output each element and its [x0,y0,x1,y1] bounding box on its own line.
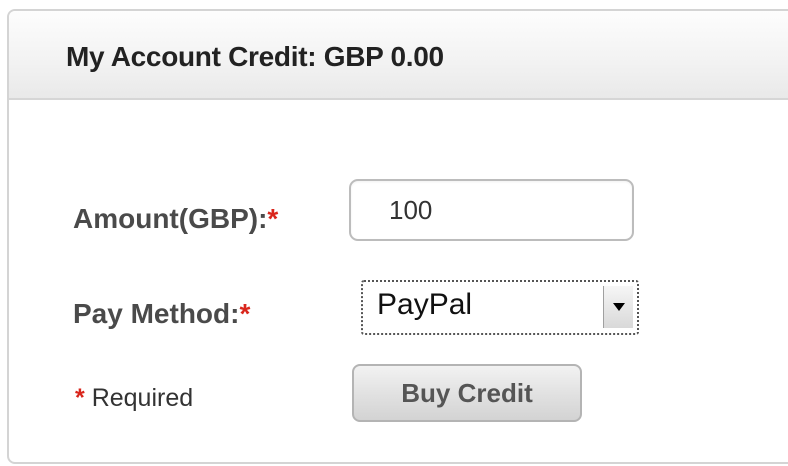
panel-header: My Account Credit: GBP 0.00 [9,11,788,100]
pay-method-select[interactable]: PayPal [361,280,639,335]
required-star: * [75,384,85,412]
page-title: My Account Credit: GBP 0.00 [66,41,444,72]
amount-label-text: Amount(GBP): [73,203,268,234]
account-credit-panel: My Account Credit: GBP 0.00 Amount(GBP):… [7,9,788,464]
required-star: * [267,203,279,234]
pay-method-selected-value: PayPal [377,288,473,321]
amount-label: Amount(GBP):* [73,203,278,235]
required-star: * [239,298,251,329]
pay-method-label-text: Pay Method: [73,298,240,329]
pay-method-label: Pay Method:* [73,298,250,330]
required-note: * Required [75,384,193,413]
required-note-text: Required [91,384,194,412]
chevron-down-icon[interactable] [603,286,633,328]
buy-credit-button[interactable]: Buy Credit [352,364,582,422]
amount-input[interactable] [349,179,634,241]
